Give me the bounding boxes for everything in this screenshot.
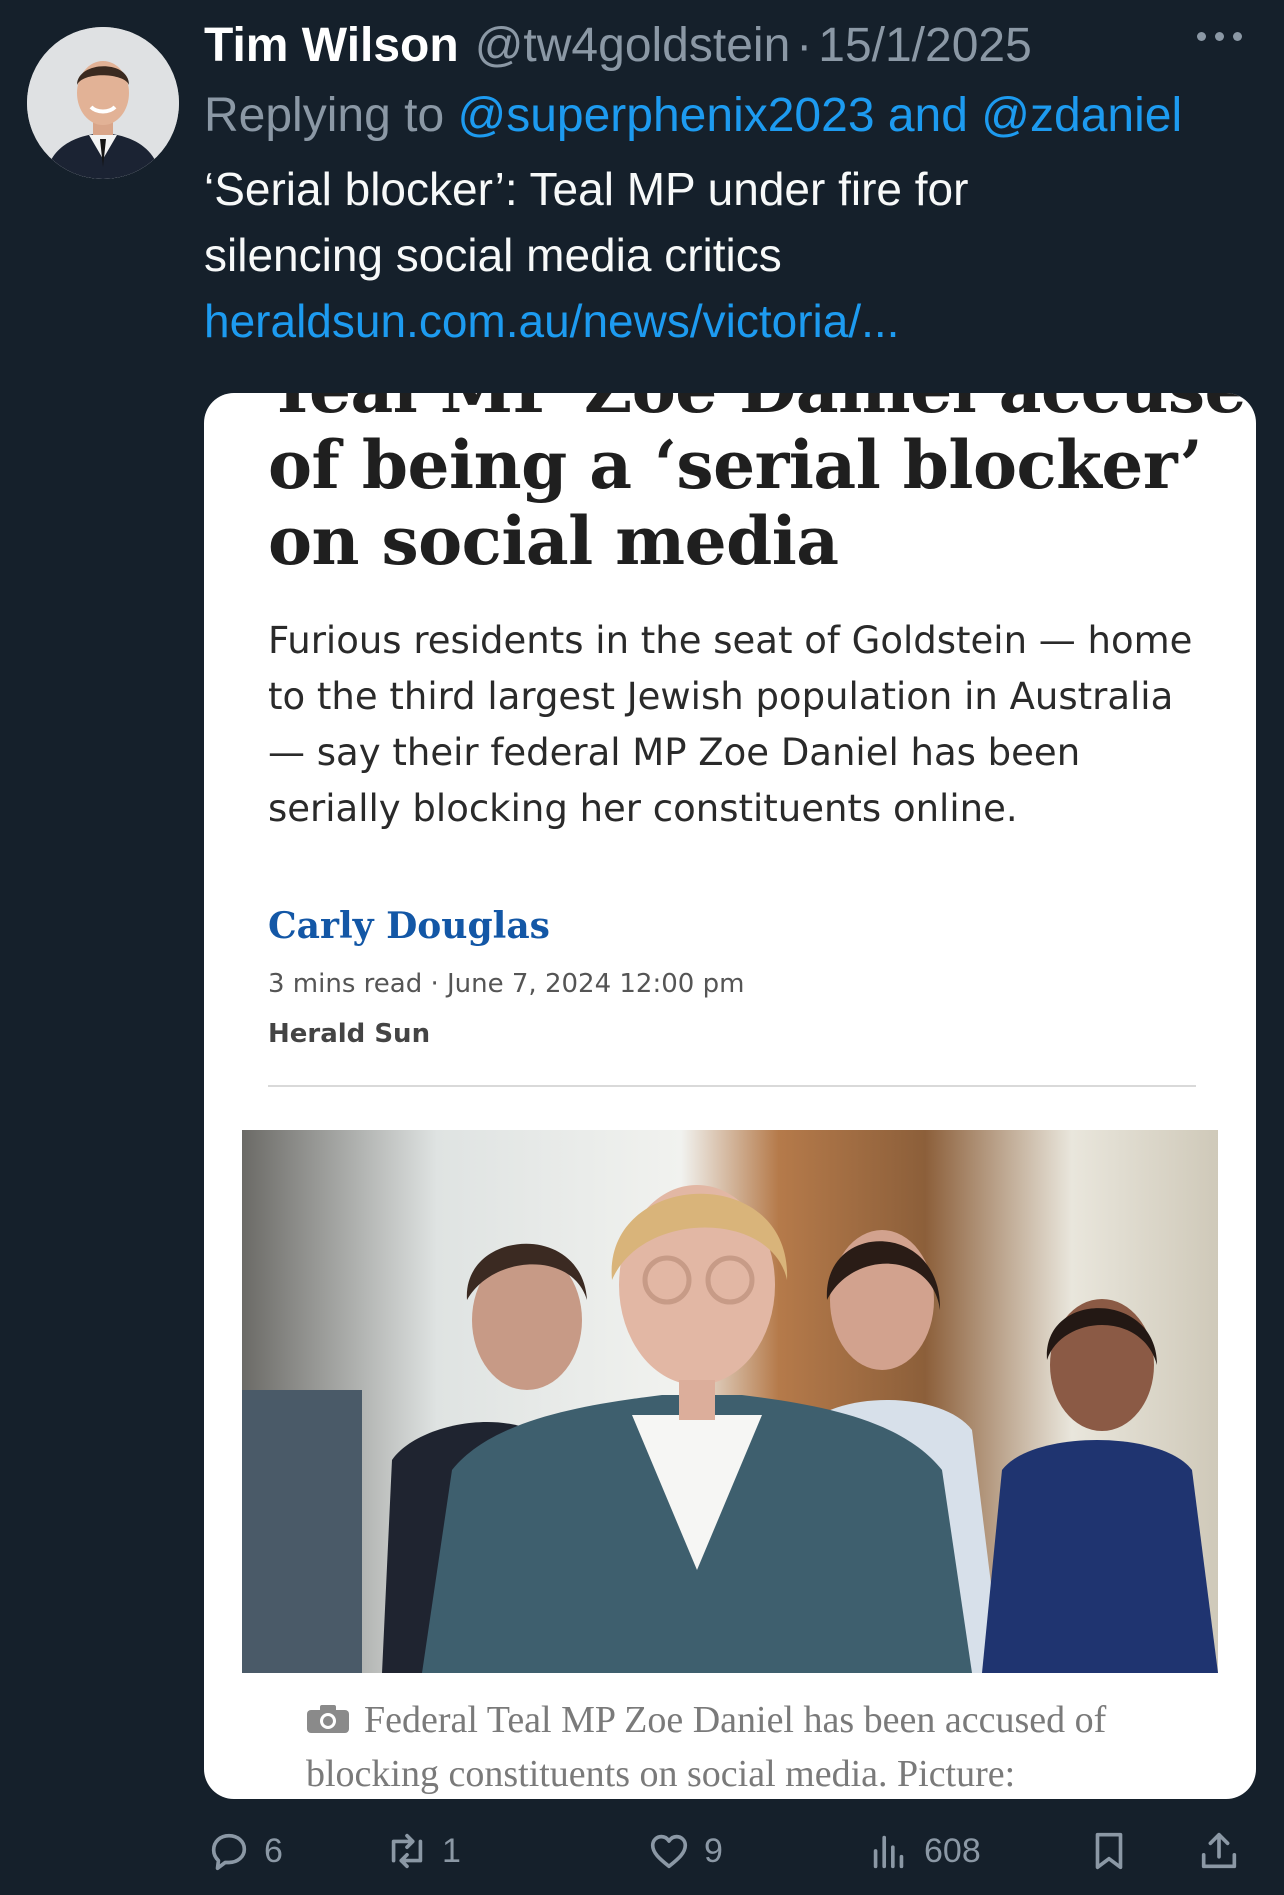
author-name[interactable]: Tim Wilson xyxy=(204,18,459,73)
tweet-content: Tim Wilson @tw4goldstein · 15/1/2025 Rep… xyxy=(204,18,1264,354)
photo-caption: Federal Teal MP Zoe Daniel has been accu… xyxy=(306,1693,1186,1799)
article-text-block: Teal MP Zoe Daniel accused of being a ‘s… xyxy=(268,393,1256,1087)
bookmark-button[interactable] xyxy=(1086,1828,1144,1874)
repost-count: 1 xyxy=(442,1831,461,1870)
reply-mention-superphenix[interactable]: @superphenix2023 xyxy=(457,89,874,142)
reply-mention-zdaniel[interactable]: @zdaniel xyxy=(981,89,1182,142)
headline-main: of being a ‘serial blocker’ on social me… xyxy=(268,426,1203,580)
repost-button[interactable]: 1 xyxy=(384,1828,461,1874)
header-separator: · xyxy=(796,19,813,72)
share-icon xyxy=(1201,1832,1237,1869)
author-handle[interactable]: @tw4goldstein xyxy=(475,18,791,73)
article-divider xyxy=(268,1085,1196,1087)
like-button[interactable]: 9 xyxy=(646,1828,723,1874)
article-photo xyxy=(242,1130,1218,1673)
article-source: Herald Sun xyxy=(268,1019,431,1049)
views-icon xyxy=(873,1835,904,1869)
article-author[interactable]: Carly Douglas xyxy=(268,905,1208,947)
like-count: 9 xyxy=(704,1831,723,1870)
caption-text: Federal Teal MP Zoe Daniel has been accu… xyxy=(306,1699,1107,1795)
replying-to: Replying to @superphenix2023 and @zdanie… xyxy=(204,88,1264,148)
article-standfirst: Furious residents in the seat of Goldste… xyxy=(268,619,1193,830)
reply-conjunction[interactable]: and xyxy=(888,89,968,142)
tweet-header: Tim Wilson @tw4goldstein · 15/1/2025 xyxy=(204,18,1264,80)
reply-button[interactable]: 6 xyxy=(206,1828,283,1874)
more-icon[interactable] xyxy=(1197,32,1242,41)
views-count: 608 xyxy=(924,1831,981,1870)
tweet-actions: 6 1 9 608 xyxy=(206,1828,1256,1878)
headline-top-line: Teal MP Zoe Daniel accused xyxy=(268,393,1256,427)
like-icon xyxy=(650,1834,688,1869)
tweet-date[interactable]: 15/1/2025 xyxy=(818,18,1032,73)
reply-count: 6 xyxy=(264,1831,283,1870)
article-card[interactable]: Teal MP Zoe Daniel accused of being a ‘s… xyxy=(204,393,1256,1799)
article-link[interactable]: heraldsun.com.au/news/victoria/... xyxy=(204,288,1264,354)
reply-icon xyxy=(211,1833,247,1871)
views-button[interactable]: 608 xyxy=(866,1828,981,1874)
bookmark-icon xyxy=(1095,1832,1123,1870)
article-headline: Teal MP Zoe Daniel accused of being a ‘s… xyxy=(268,393,1256,580)
tweet-text: ‘Serial blocker’: Teal MP under fire for… xyxy=(204,163,969,281)
repost-icon xyxy=(391,1833,423,1869)
replying-prefix: Replying to xyxy=(204,89,445,142)
avatar[interactable] xyxy=(27,27,179,179)
article-meta: 3 mins read · June 7, 2024 12:00 pm xyxy=(268,969,745,999)
share-button[interactable] xyxy=(1196,1828,1254,1874)
camera-icon xyxy=(307,1705,349,1733)
